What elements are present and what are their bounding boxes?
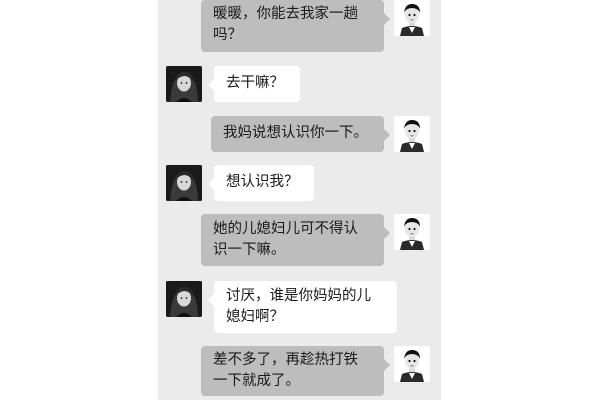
- girl-avatar-icon[interactable]: [166, 281, 202, 317]
- sent-message-bubble[interactable]: 她的儿媳妇儿可不得认识一下嘛。: [201, 214, 390, 266]
- boy-avatar-icon[interactable]: [394, 214, 430, 250]
- girl-avatar-icon[interactable]: [166, 165, 202, 201]
- message-row-sent: 她的儿媳妇儿可不得认识一下嘛。: [158, 214, 441, 270]
- message-row-received: 讨厌，谁是你妈妈的儿媳妇啊？: [158, 281, 441, 337]
- message-row-received: 去干嘛？: [158, 66, 441, 106]
- received-message-bubble[interactable]: 想认识我？: [208, 165, 314, 201]
- page: 暖暖，你能去我家一趟吗？ 去干嘛？ 我妈说想认识你一下。 想认识我？ 她的儿媳妇…: [0, 0, 600, 400]
- received-message-bubble[interactable]: 讨厌，谁是你妈妈的儿媳妇啊？: [208, 281, 397, 333]
- boy-avatar-icon[interactable]: [394, 116, 430, 152]
- boy-avatar-icon[interactable]: [394, 346, 430, 382]
- message-row-received: 想认识我？: [158, 165, 441, 205]
- received-message-bubble[interactable]: 去干嘛？: [208, 66, 300, 102]
- message-row-sent: 差不多了，再趁热打铁一下就成了。: [158, 346, 441, 400]
- chat-panel[interactable]: 暖暖，你能去我家一趟吗？ 去干嘛？ 我妈说想认识你一下。 想认识我？ 她的儿媳妇…: [158, 0, 441, 400]
- sent-message-bubble[interactable]: 我妈说想认识你一下。: [211, 116, 390, 152]
- girl-avatar-icon[interactable]: [166, 66, 202, 102]
- message-row-sent: 我妈说想认识你一下。: [158, 116, 441, 156]
- sent-message-bubble[interactable]: 差不多了，再趁热打铁一下就成了。: [201, 346, 390, 396]
- sent-message-bubble[interactable]: 暖暖，你能去我家一趟吗？: [201, 0, 390, 52]
- message-row-sent: 暖暖，你能去我家一趟吗？: [158, 0, 441, 55]
- boy-avatar-icon[interactable]: [394, 0, 430, 36]
